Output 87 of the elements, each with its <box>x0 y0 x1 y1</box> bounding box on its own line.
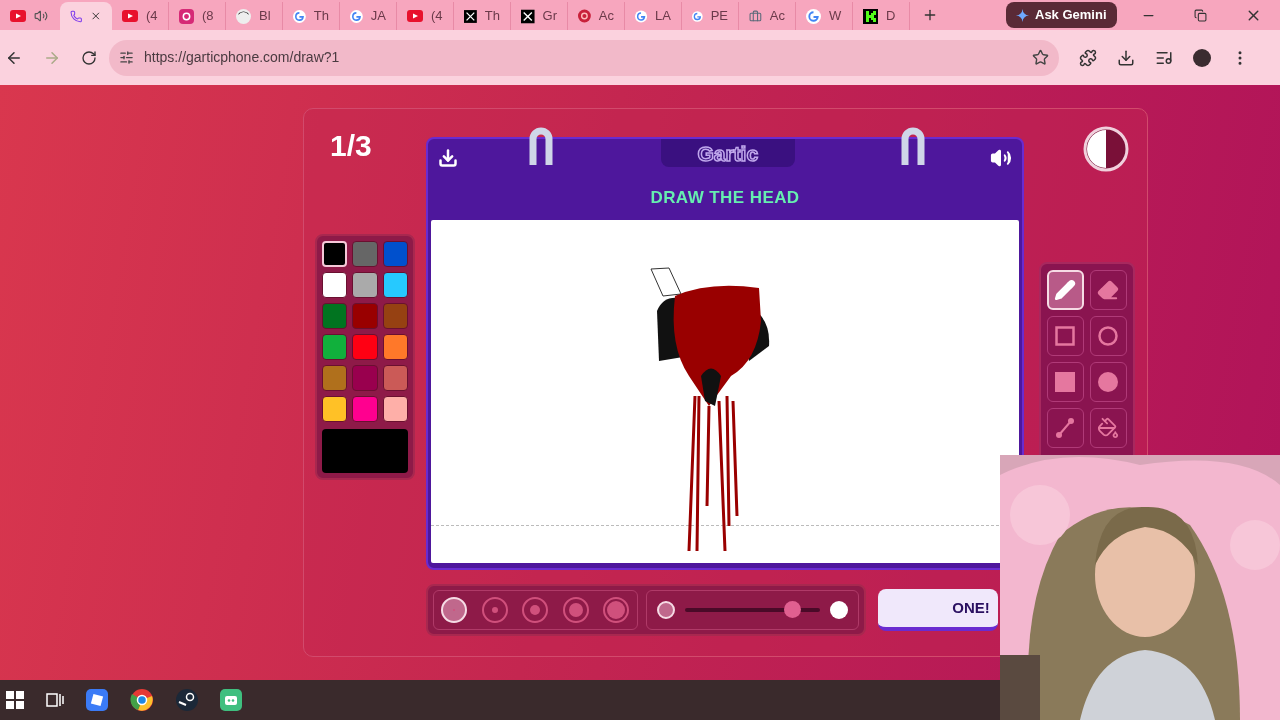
color-swatch[interactable] <box>352 241 378 267</box>
color-swatch[interactable] <box>382 334 408 360</box>
tab-title: D <box>886 7 896 26</box>
download-icon[interactable] <box>1117 48 1135 67</box>
eraser-icon <box>1097 279 1120 301</box>
bookmark-icon[interactable] <box>1032 49 1049 66</box>
filled-square-icon <box>1055 372 1076 392</box>
tab-title: PE <box>710 7 728 26</box>
sparkle-icon <box>1016 8 1029 22</box>
color-swatch[interactable] <box>322 396 348 422</box>
browser-tab[interactable] <box>60 2 112 30</box>
round-counter: 1/3 <box>330 131 373 161</box>
slider-thumb[interactable] <box>783 601 801 618</box>
download-icon[interactable] <box>437 147 458 168</box>
tab-title: Bl <box>259 7 271 26</box>
g-logo-icon <box>293 8 306 24</box>
color-swatch[interactable] <box>382 303 408 329</box>
done-button[interactable]: ONE! <box>877 589 998 631</box>
color-swatch[interactable] <box>322 303 348 329</box>
close-icon[interactable] <box>90 9 102 23</box>
color-swatch[interactable] <box>382 241 408 267</box>
reload-icon[interactable] <box>81 49 97 66</box>
color-swatch[interactable] <box>322 365 348 391</box>
logo: Gartic <box>697 142 759 164</box>
camera-icon <box>179 8 194 24</box>
square-icon <box>1055 326 1076 346</box>
tab-title: Ac <box>598 7 614 26</box>
video-play-icon <box>122 10 138 22</box>
paint-bucket-icon <box>1097 417 1120 439</box>
color-swatch[interactable] <box>352 272 378 298</box>
tab-title: Gr <box>542 7 557 26</box>
color-swatch[interactable] <box>322 272 348 298</box>
url-text: https://garticphone.com/draw?1 <box>144 48 340 67</box>
tab-title: Ac <box>769 7 785 26</box>
g-logo-icon <box>635 8 648 24</box>
swirl-icon <box>578 9 591 23</box>
windows-start-icon[interactable] <box>6 691 24 709</box>
tab-title: W <box>829 7 842 26</box>
g-logo-icon <box>350 8 363 24</box>
line-icon <box>1055 417 1076 439</box>
prompt-text: DRAW THE HEAD <box>650 187 800 210</box>
drawing-canvas[interactable] <box>430 220 1020 563</box>
ask-gemini-button[interactable]: Ask Gemini <box>1006 2 1117 28</box>
k-logo-icon <box>863 8 878 24</box>
color-swatch[interactable] <box>352 396 378 422</box>
briefcase-icon <box>749 8 762 24</box>
g-logo-icon <box>692 8 703 24</box>
task-view-icon[interactable] <box>46 691 64 709</box>
color-swatch[interactable] <box>352 334 378 360</box>
x-logo-icon <box>464 8 477 24</box>
tab-title: Th <box>484 7 500 26</box>
tab-title: JA <box>370 7 386 26</box>
timer-icon <box>1082 126 1129 172</box>
filled-circle-icon <box>1098 372 1119 392</box>
opacity-slider[interactable] <box>684 601 820 619</box>
phone-icon <box>70 8 83 24</box>
color-swatch[interactable] <box>382 365 408 391</box>
chrome-icon[interactable] <box>130 688 154 712</box>
tab-title: (4 <box>146 7 158 26</box>
speaker-icon[interactable] <box>34 9 48 23</box>
address-bar[interactable]: https://garticphone.com/draw?1 <box>109 39 1059 76</box>
chat-app-icon[interactable] <box>220 689 242 711</box>
color-swatch[interactable] <box>352 303 378 329</box>
tab-title: (8 <box>202 7 214 26</box>
tab-title: LA <box>655 7 671 26</box>
color-swatch[interactable] <box>382 272 408 298</box>
color-swatch[interactable] <box>382 396 408 422</box>
pencil-icon <box>1054 279 1077 301</box>
avatar-icon <box>236 8 251 24</box>
video-play-icon <box>10 10 26 22</box>
ring-icon <box>527 125 554 167</box>
steam-icon[interactable] <box>176 689 198 711</box>
tab-title: (4 <box>431 7 443 26</box>
color-swatch[interactable] <box>352 365 378 391</box>
site-info-icon[interactable] <box>119 50 134 65</box>
video-play-icon <box>407 10 423 22</box>
x-logo-icon <box>521 8 535 24</box>
tab-title: Th <box>313 7 329 26</box>
circle-icon <box>1098 326 1119 346</box>
restore-icon[interactable] <box>1194 8 1207 22</box>
new-tab-icon[interactable] <box>922 7 938 23</box>
app-icon[interactable] <box>86 689 108 711</box>
profile-avatar-icon[interactable] <box>1193 48 1211 67</box>
color-swatch[interactable] <box>322 334 348 360</box>
ring-icon <box>899 125 926 167</box>
g-logo-icon <box>806 8 821 24</box>
extensions-icon[interactable] <box>1079 48 1097 67</box>
